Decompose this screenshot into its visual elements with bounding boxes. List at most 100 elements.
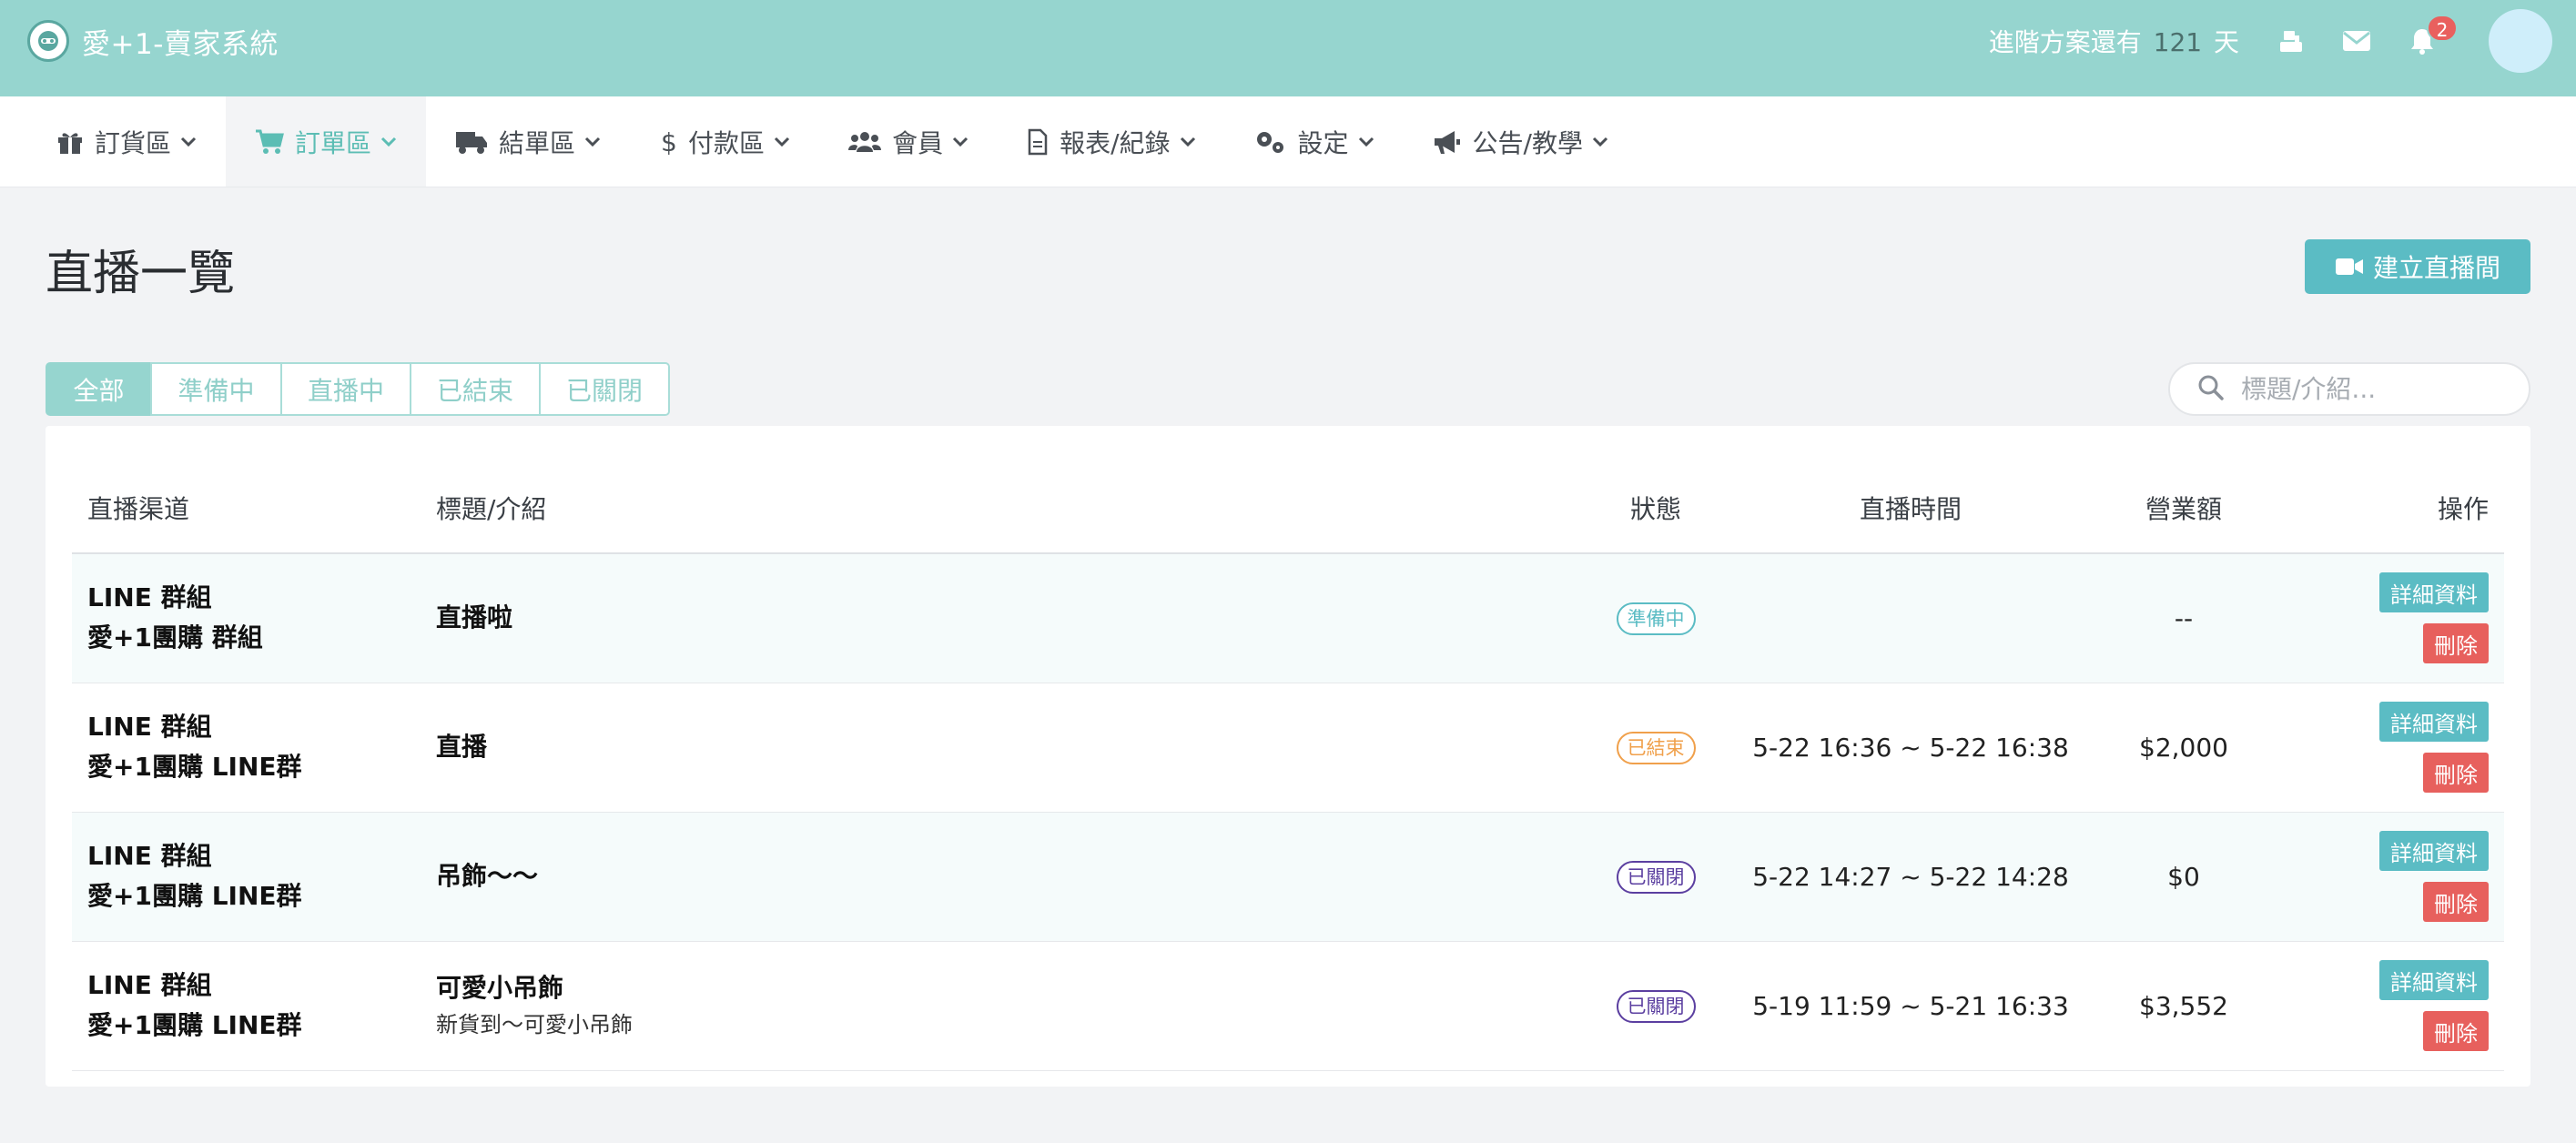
channel-cell: LINE 群組 愛+1團購 LINE群 (72, 941, 436, 1071)
header-time: 直播時間 (1738, 462, 2084, 554)
live-title: 吊飾〜〜 (436, 861, 539, 891)
nav-item-reports[interactable]: 報表/紀錄 (998, 96, 1224, 187)
live-table: 直播渠道 標題/介紹 狀態 直播時間 營業額 操作 LINE 群組 愛+1團購 … (72, 462, 2504, 1071)
table-row: LINE 群組 愛+1團購 LINE群 可愛小吊飾 新貨到〜可愛小吊飾 已關閉 … (72, 941, 2504, 1071)
channel-type: LINE 群組 (87, 712, 212, 742)
plan-remaining: 進階方案還有 121 天 (1989, 23, 2239, 59)
chevron-down-icon (584, 137, 601, 147)
chevron-down-icon (180, 137, 197, 147)
nav-label: 報表/紀錄 (1060, 127, 1171, 158)
live-title: 可愛小吊飾 (436, 973, 564, 1003)
avatar[interactable] (2489, 9, 2552, 73)
actions-cell: 詳細資料 刪除 (2284, 812, 2504, 942)
bell-icon[interactable]: 2 (2407, 15, 2458, 56)
plan-prefix: 進階方案還有 (1988, 27, 2142, 57)
title-cell: 可愛小吊飾 新貨到〜可愛小吊飾 (436, 941, 1574, 1071)
status-badge: 已結束 (1616, 731, 1696, 764)
nav-item-ordering[interactable]: 訂貨區 (27, 96, 226, 187)
detail-button[interactable]: 詳細資料 (2379, 572, 2489, 613)
dollar-icon: $ (659, 128, 677, 156)
svg-text:$: $ (661, 128, 677, 156)
nav-label: 結單區 (499, 127, 576, 158)
nav-label: 訂單區 (295, 127, 372, 158)
live-title: 直播 (436, 732, 488, 762)
table-row: LINE 群組 愛+1團購 LINE群 直播 已結束 5-22 16:36 ~ … (72, 683, 2504, 813)
video-camera-icon (2335, 257, 2364, 277)
revenue-cell: $2,000 (2084, 683, 2284, 813)
status-badge: 已關閉 (1616, 860, 1696, 894)
title-cell: 直播啦 (436, 553, 1574, 683)
detail-button[interactable]: 詳細資料 (2379, 960, 2489, 1000)
title-cell: 吊飾〜〜 (436, 812, 1574, 942)
nav-item-checkout[interactable]: 結單區 (426, 96, 630, 187)
tab-preparing[interactable]: 準備中 (150, 362, 282, 416)
revenue: -- (2174, 602, 2194, 633)
tab-ended[interactable]: 已結束 (410, 362, 541, 416)
time-cell: 5-22 14:27 ~ 5-22 14:28 (1738, 812, 2084, 942)
detail-button[interactable]: 詳細資料 (2379, 702, 2489, 742)
gears-icon (1254, 129, 1287, 155)
table-row: LINE 群組 愛+1團購 LINE群 吊飾〜〜 已關閉 5-22 14:27 … (72, 812, 2504, 942)
plan-days: 121 (2153, 27, 2203, 57)
channel-name: 愛+1團購 LINE群 (87, 1010, 302, 1040)
detail-button[interactable]: 詳細資料 (2379, 831, 2489, 871)
mail-icon[interactable] (2341, 25, 2372, 56)
brand[interactable]: 愛+1-賣家系統 (27, 18, 279, 64)
cart-icon (255, 129, 284, 155)
nav-label: 設定 (1297, 127, 1349, 158)
channel-type: LINE 群組 (87, 841, 212, 871)
delete-button[interactable]: 刪除 (2423, 1011, 2489, 1051)
header-title: 標題/介紹 (436, 462, 1574, 554)
file-icon (1027, 128, 1049, 156)
nav-label: 付款區 (688, 127, 766, 158)
actions-cell: 詳細資料 刪除 (2284, 683, 2504, 813)
channel-type: LINE 群組 (87, 582, 212, 613)
nav-item-payment[interactable]: $ 付款區 (630, 96, 819, 187)
app-title: 愛+1-賣家系統 (82, 27, 279, 61)
revenue: $2,000 (2139, 732, 2228, 763)
nav-item-settings[interactable]: 設定 (1225, 96, 1404, 187)
time-cell: 5-19 11:59 ~ 5-21 16:33 (1738, 941, 2084, 1071)
create-live-room-button[interactable]: 建立直播間 (2305, 239, 2530, 294)
truck-icon (455, 129, 488, 155)
chevron-down-icon (1358, 137, 1374, 147)
search-input[interactable] (2241, 374, 2514, 404)
channel-cell: LINE 群組 愛+1團購 LINE群 (72, 683, 436, 813)
delete-button[interactable]: 刪除 (2423, 623, 2489, 664)
live-subtitle: 新貨到〜可愛小吊飾 (436, 1012, 633, 1037)
create-button-label: 建立直播間 (2372, 253, 2500, 283)
tab-closed[interactable]: 已關閉 (539, 362, 670, 416)
cashier-icon[interactable] (2276, 25, 2307, 56)
tab-all[interactable]: 全部 (46, 362, 152, 416)
status-cell: 已結束 (1574, 683, 1738, 813)
header-channel: 直播渠道 (72, 462, 436, 554)
channel-name: 愛+1團購 LINE群 (87, 752, 302, 782)
actions-cell: 詳細資料 刪除 (2284, 941, 2504, 1071)
delete-button[interactable]: 刪除 (2423, 753, 2489, 793)
header-status: 狀態 (1574, 462, 1738, 554)
chevron-down-icon (380, 137, 397, 147)
title-cell: 直播 (436, 683, 1574, 813)
search-box (2168, 362, 2530, 416)
time-cell (1738, 553, 2084, 683)
chevron-down-icon (1592, 137, 1608, 147)
table-row: LINE 群組 愛+1團購 群組 直播啦 準備中 -- 詳細資料 刪除 (72, 553, 2504, 683)
channel-type: LINE 群組 (87, 970, 212, 1000)
search-icon (2197, 374, 2225, 405)
header-revenue: 營業額 (2084, 462, 2284, 554)
live-time: 5-19 11:59 ~ 5-21 16:33 (1752, 990, 2069, 1021)
nav-item-announcements[interactable]: 公告/教學 (1404, 96, 1638, 187)
status-cell: 已關閉 (1574, 941, 1738, 1071)
live-time: 5-22 14:27 ~ 5-22 14:28 (1752, 861, 2069, 892)
status-badge: 已關閉 (1616, 989, 1696, 1023)
nav-label: 公告/教學 (1472, 127, 1583, 158)
delete-button[interactable]: 刪除 (2423, 882, 2489, 922)
channel-cell: LINE 群組 愛+1團購 群組 (72, 553, 436, 683)
nav-item-members[interactable]: 會員 (819, 96, 998, 187)
revenue-cell: $3,552 (2084, 941, 2284, 1071)
tab-live[interactable]: 直播中 (280, 362, 411, 416)
revenue-cell: -- (2084, 553, 2284, 683)
chevron-down-icon (952, 137, 969, 147)
nav-item-orders[interactable]: 訂單區 (226, 96, 427, 187)
plan-suffix: 天 (2213, 27, 2239, 57)
